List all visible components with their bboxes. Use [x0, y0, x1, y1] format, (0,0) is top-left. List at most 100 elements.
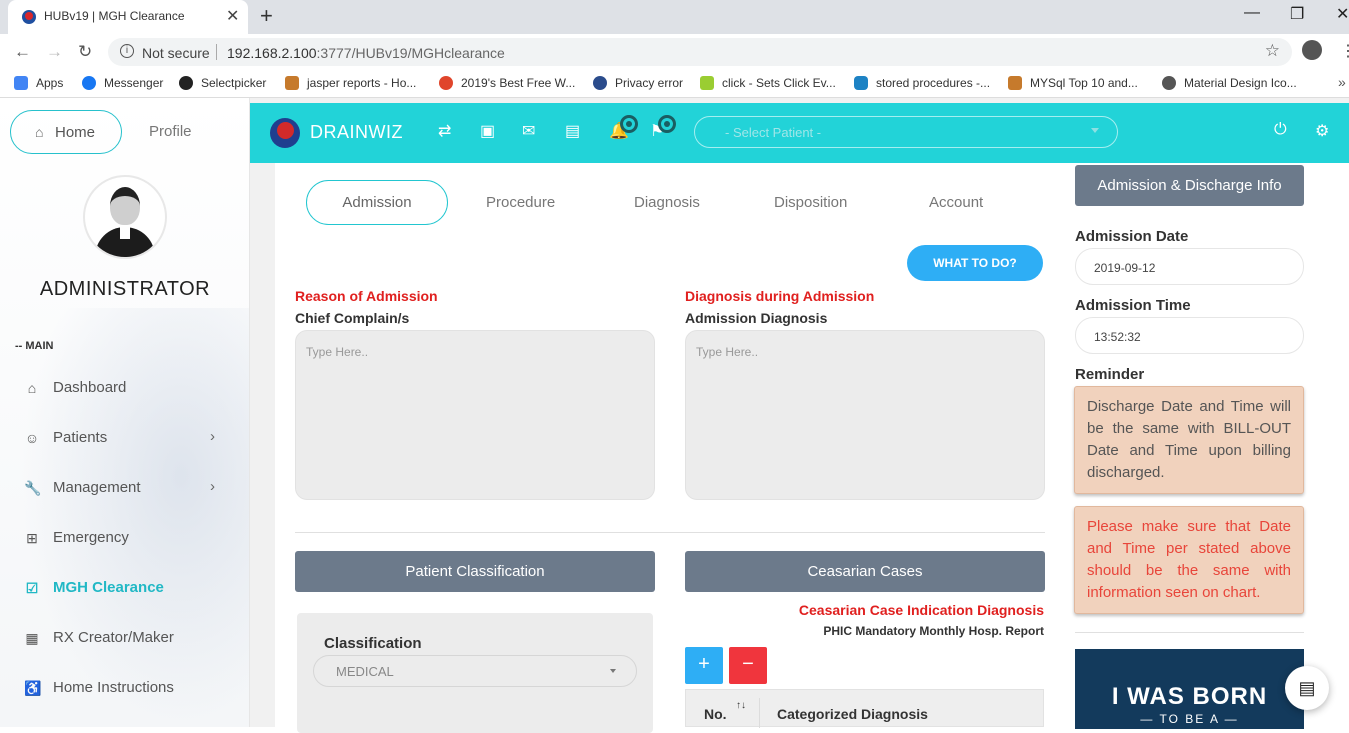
reload-icon[interactable]: ↻	[78, 42, 92, 62]
swap-icon[interactable]: ⇄	[438, 121, 451, 141]
reason-of-admission-title: Reason of Admission	[295, 288, 438, 304]
mail-icon[interactable]: ✉	[522, 121, 535, 141]
admission-diagnosis-textarea[interactable]: Type Here..	[685, 330, 1045, 500]
forward-icon[interactable]: →	[46, 42, 63, 62]
site-favicon-icon	[22, 10, 36, 24]
right-panel: Admission & Discharge Info Admission Dat…	[1059, 163, 1349, 729]
info-icon[interactable]: i	[120, 44, 134, 58]
apps-grid-icon	[14, 76, 28, 90]
bookmark-click[interactable]: click - Sets Click Ev...	[700, 76, 836, 90]
bookmark-material-design[interactable]: Material Design Ico...	[1162, 76, 1297, 90]
grid-icon: ▦	[25, 630, 39, 646]
site-icon	[700, 76, 714, 90]
add-row-button[interactable]: +	[685, 647, 723, 684]
bookmark-best-free[interactable]: 2019's Best Free W...	[439, 76, 575, 90]
profile-link[interactable]: Profile	[149, 123, 192, 140]
sidebar-item-rx-creator[interactable]: ▦ RX Creator/Maker	[24, 628, 234, 650]
chevron-down-icon	[1091, 128, 1099, 133]
tab-disposition[interactable]: Disposition	[774, 194, 847, 211]
sidebar-item-label: Home Instructions	[53, 679, 174, 696]
more-bookmarks-icon[interactable]: »	[1338, 74, 1346, 90]
omnibox[interactable]: i Not secure 192.168.2.100:3777/HUBv19/M…	[108, 38, 1292, 66]
account-icon[interactable]	[1302, 40, 1322, 60]
chrome-menu-icon[interactable]: ⋮	[1340, 41, 1349, 61]
classification-select[interactable]: MEDICAL	[313, 655, 637, 687]
chat-icon[interactable]: ▤	[1285, 666, 1329, 710]
admission-time-field[interactable]: 13:52:32	[1075, 317, 1304, 354]
face-icon: ☺	[24, 430, 40, 446]
right-panel-divider	[1075, 632, 1304, 633]
github-icon	[179, 76, 193, 90]
sidebar-item-label: MGH Clearance	[53, 579, 164, 596]
what-to-do-button[interactable]: WHAT TO DO?	[907, 245, 1043, 281]
url-text[interactable]: 192.168.2.100:3777/HUBv19/MGHclearance	[227, 45, 505, 61]
chief-complain-textarea[interactable]: Type Here..	[295, 330, 655, 500]
tab-admission[interactable]: Admission	[306, 180, 448, 225]
bookmark-apps[interactable]: Apps	[14, 76, 63, 90]
sidebar-item-dashboard[interactable]: ⌂ Dashboard	[24, 378, 234, 400]
column-categorized-diagnosis[interactable]: Categorized Diagnosis	[777, 706, 928, 722]
sidebar-item-label: Dashboard	[53, 379, 127, 396]
column-no[interactable]: No.	[704, 706, 727, 722]
admission-time-label: Admission Time	[1075, 297, 1191, 314]
reminder-note-warning: Please make sure that Date and Time per …	[1074, 506, 1304, 614]
sidebar-item-management[interactable]: 🔧 Management ›	[24, 478, 234, 500]
minimize-icon[interactable]: —	[1244, 4, 1260, 22]
close-tab-icon[interactable]: ✕	[226, 6, 239, 26]
browser-tab[interactable]: HUBv19 | MGH Clearance ✕	[8, 0, 248, 34]
messenger-icon	[82, 76, 96, 90]
accessibility-icon: ♿	[24, 680, 42, 696]
bookmark-star-icon[interactable]: ☆	[1265, 41, 1280, 61]
chevron-down-icon	[610, 669, 616, 673]
sidebar-item-label: RX Creator/Maker	[53, 629, 174, 646]
chevron-right-icon: ›	[210, 478, 215, 495]
power-icon[interactable]: ⏻	[1274, 121, 1287, 139]
patient-select[interactable]: - Select Patient -	[694, 116, 1118, 148]
gear-icon[interactable]: ⚙	[1315, 121, 1329, 141]
drainwiz-logo-icon	[270, 118, 300, 148]
bookmark-messenger[interactable]: Messenger	[82, 76, 163, 90]
bookmark-jasper[interactable]: jasper reports - Ho...	[285, 76, 416, 90]
chevron-right-icon: ›	[210, 428, 215, 445]
bookmark-stored-procedures[interactable]: stored procedures -...	[854, 76, 990, 90]
section-divider	[295, 532, 1045, 533]
bookmark-selectpicker[interactable]: Selectpicker	[179, 76, 266, 90]
sidebar-item-home-instructions[interactable]: ♿ Home Instructions	[24, 678, 234, 700]
brand-name[interactable]: DRAINWIZ	[310, 122, 403, 143]
menu-heading: -- MAIN	[15, 340, 54, 352]
bookmark-mysql[interactable]: MYSql Top 10 and...	[1008, 76, 1138, 90]
tab-diagnosis[interactable]: Diagnosis	[634, 194, 700, 211]
avatar-collar	[120, 225, 130, 239]
admission-date-field[interactable]: 2019-09-12	[1075, 248, 1304, 285]
admission-date-value: 2019-09-12	[1094, 261, 1156, 275]
contact-card-icon[interactable]: ▤	[565, 121, 580, 141]
remove-row-button[interactable]: −	[729, 647, 767, 684]
sidebar-item-mgh-clearance[interactable]: ☑ MGH Clearance	[24, 578, 234, 600]
maximize-icon[interactable]: ❐	[1290, 4, 1304, 24]
tab-account[interactable]: Account	[929, 194, 983, 211]
sort-icon[interactable]: ↑↓	[736, 700, 746, 711]
globe-icon	[593, 76, 607, 90]
flag-badge	[658, 115, 676, 133]
classification-card: Classification MEDICAL	[297, 613, 653, 733]
calendar-icon[interactable]: ▣	[480, 121, 495, 141]
new-tab-button[interactable]: +	[260, 3, 273, 29]
tab-procedure[interactable]: Procedure	[486, 194, 555, 211]
sidebar-item-label: Emergency	[53, 529, 129, 546]
avatar-head	[110, 187, 140, 225]
page: ⌂ Home Profile ADMINISTRATOR -- MAIN ⌂ D…	[0, 98, 1349, 733]
sidebar-background-image	[20, 308, 249, 727]
user-name: ADMINISTRATOR	[39, 278, 211, 300]
bookmark-privacy-error[interactable]: Privacy error	[593, 76, 683, 90]
close-window-icon[interactable]: ✕	[1336, 4, 1349, 24]
notification-badge	[620, 115, 638, 133]
home-button[interactable]: ⌂ Home	[10, 110, 122, 154]
diagnosis-table-header: No. ↑↓ Categorized Diagnosis	[685, 689, 1044, 728]
url-host: 192.168.2.100	[227, 45, 317, 61]
sidebar-item-emergency[interactable]: ⊞ Emergency	[24, 528, 234, 550]
bookmarks-bar: Apps Messenger Selectpicker jasper repor…	[0, 70, 1349, 98]
admission-time-value: 13:52:32	[1094, 330, 1141, 344]
back-icon[interactable]: ←	[14, 42, 31, 62]
sidebar-item-patients[interactable]: ☺ Patients ›	[24, 428, 234, 450]
not-secure-label: Not secure	[142, 45, 210, 61]
